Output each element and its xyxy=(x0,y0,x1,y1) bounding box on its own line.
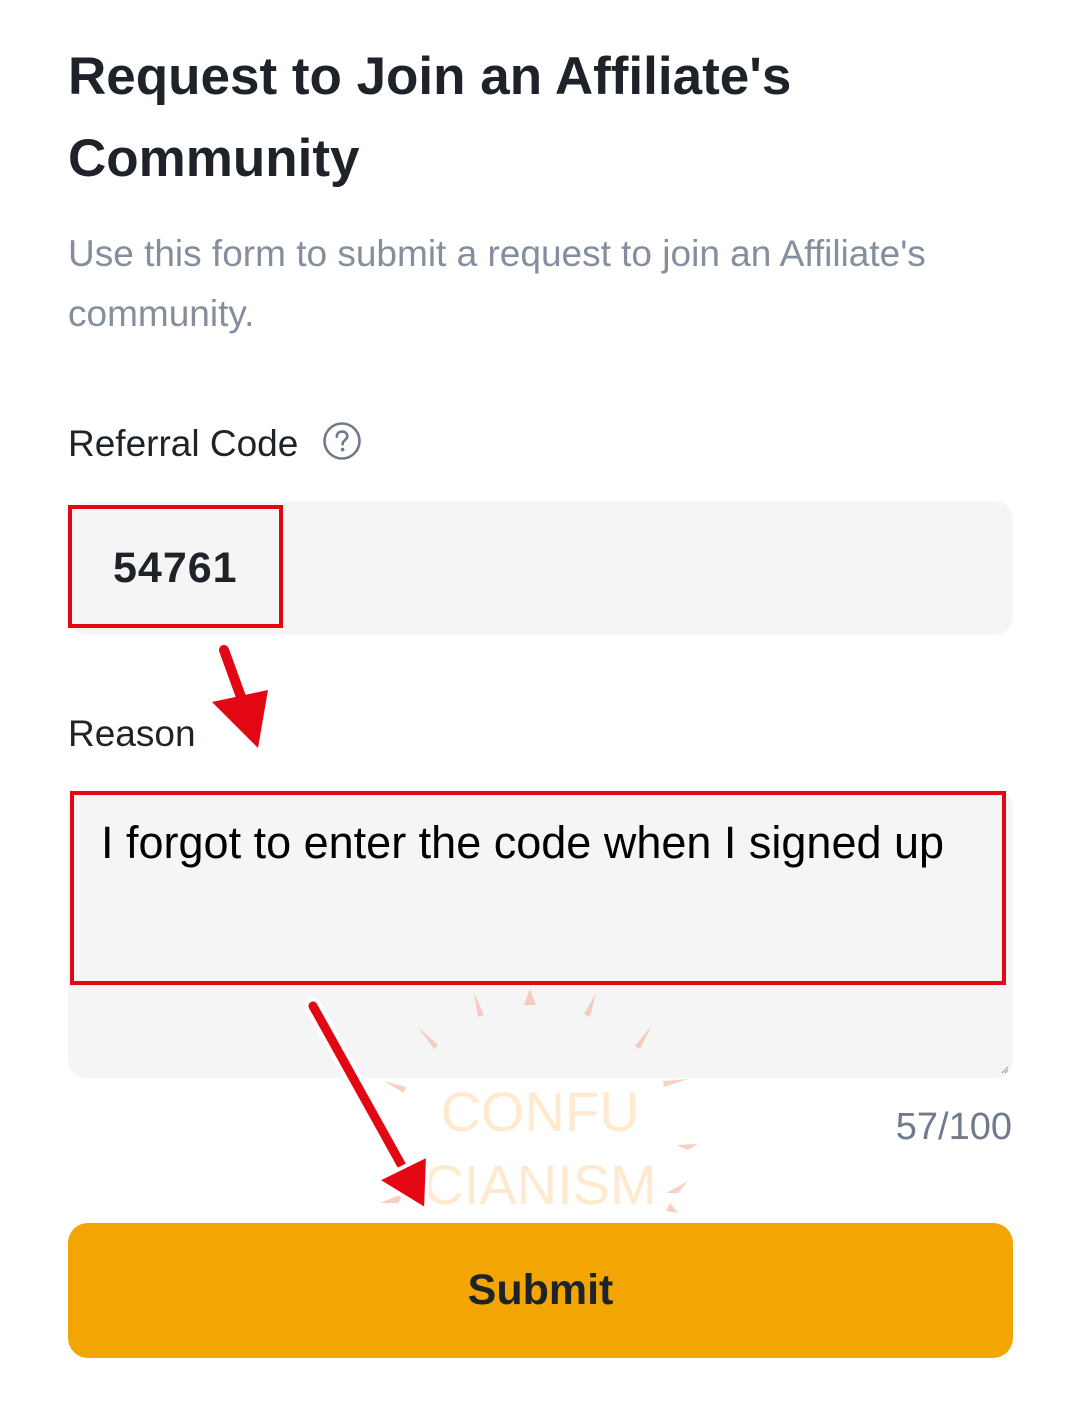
character-counter: 57/100 xyxy=(895,1106,1012,1148)
referral-code-highlight xyxy=(68,505,283,628)
submit-button[interactable]: Submit xyxy=(68,1223,1013,1358)
question-circle-icon[interactable] xyxy=(322,421,362,461)
page-title: Request to Join an Affiliate's Community xyxy=(68,47,792,188)
annotation-arrows xyxy=(212,645,430,1212)
watermark-text-line1: CONFU xyxy=(440,1080,640,1143)
resize-handle-icon[interactable] xyxy=(1001,1066,1009,1074)
reason-label: Reason xyxy=(68,713,196,754)
reason-highlight xyxy=(70,791,1006,985)
red-arrow-icon xyxy=(212,645,268,748)
referral-code-label: Referral Code xyxy=(68,423,299,464)
watermark-text-line2: CIANISM xyxy=(423,1153,657,1216)
page-subtitle: Use this form to submit a request to joi… xyxy=(68,233,926,334)
